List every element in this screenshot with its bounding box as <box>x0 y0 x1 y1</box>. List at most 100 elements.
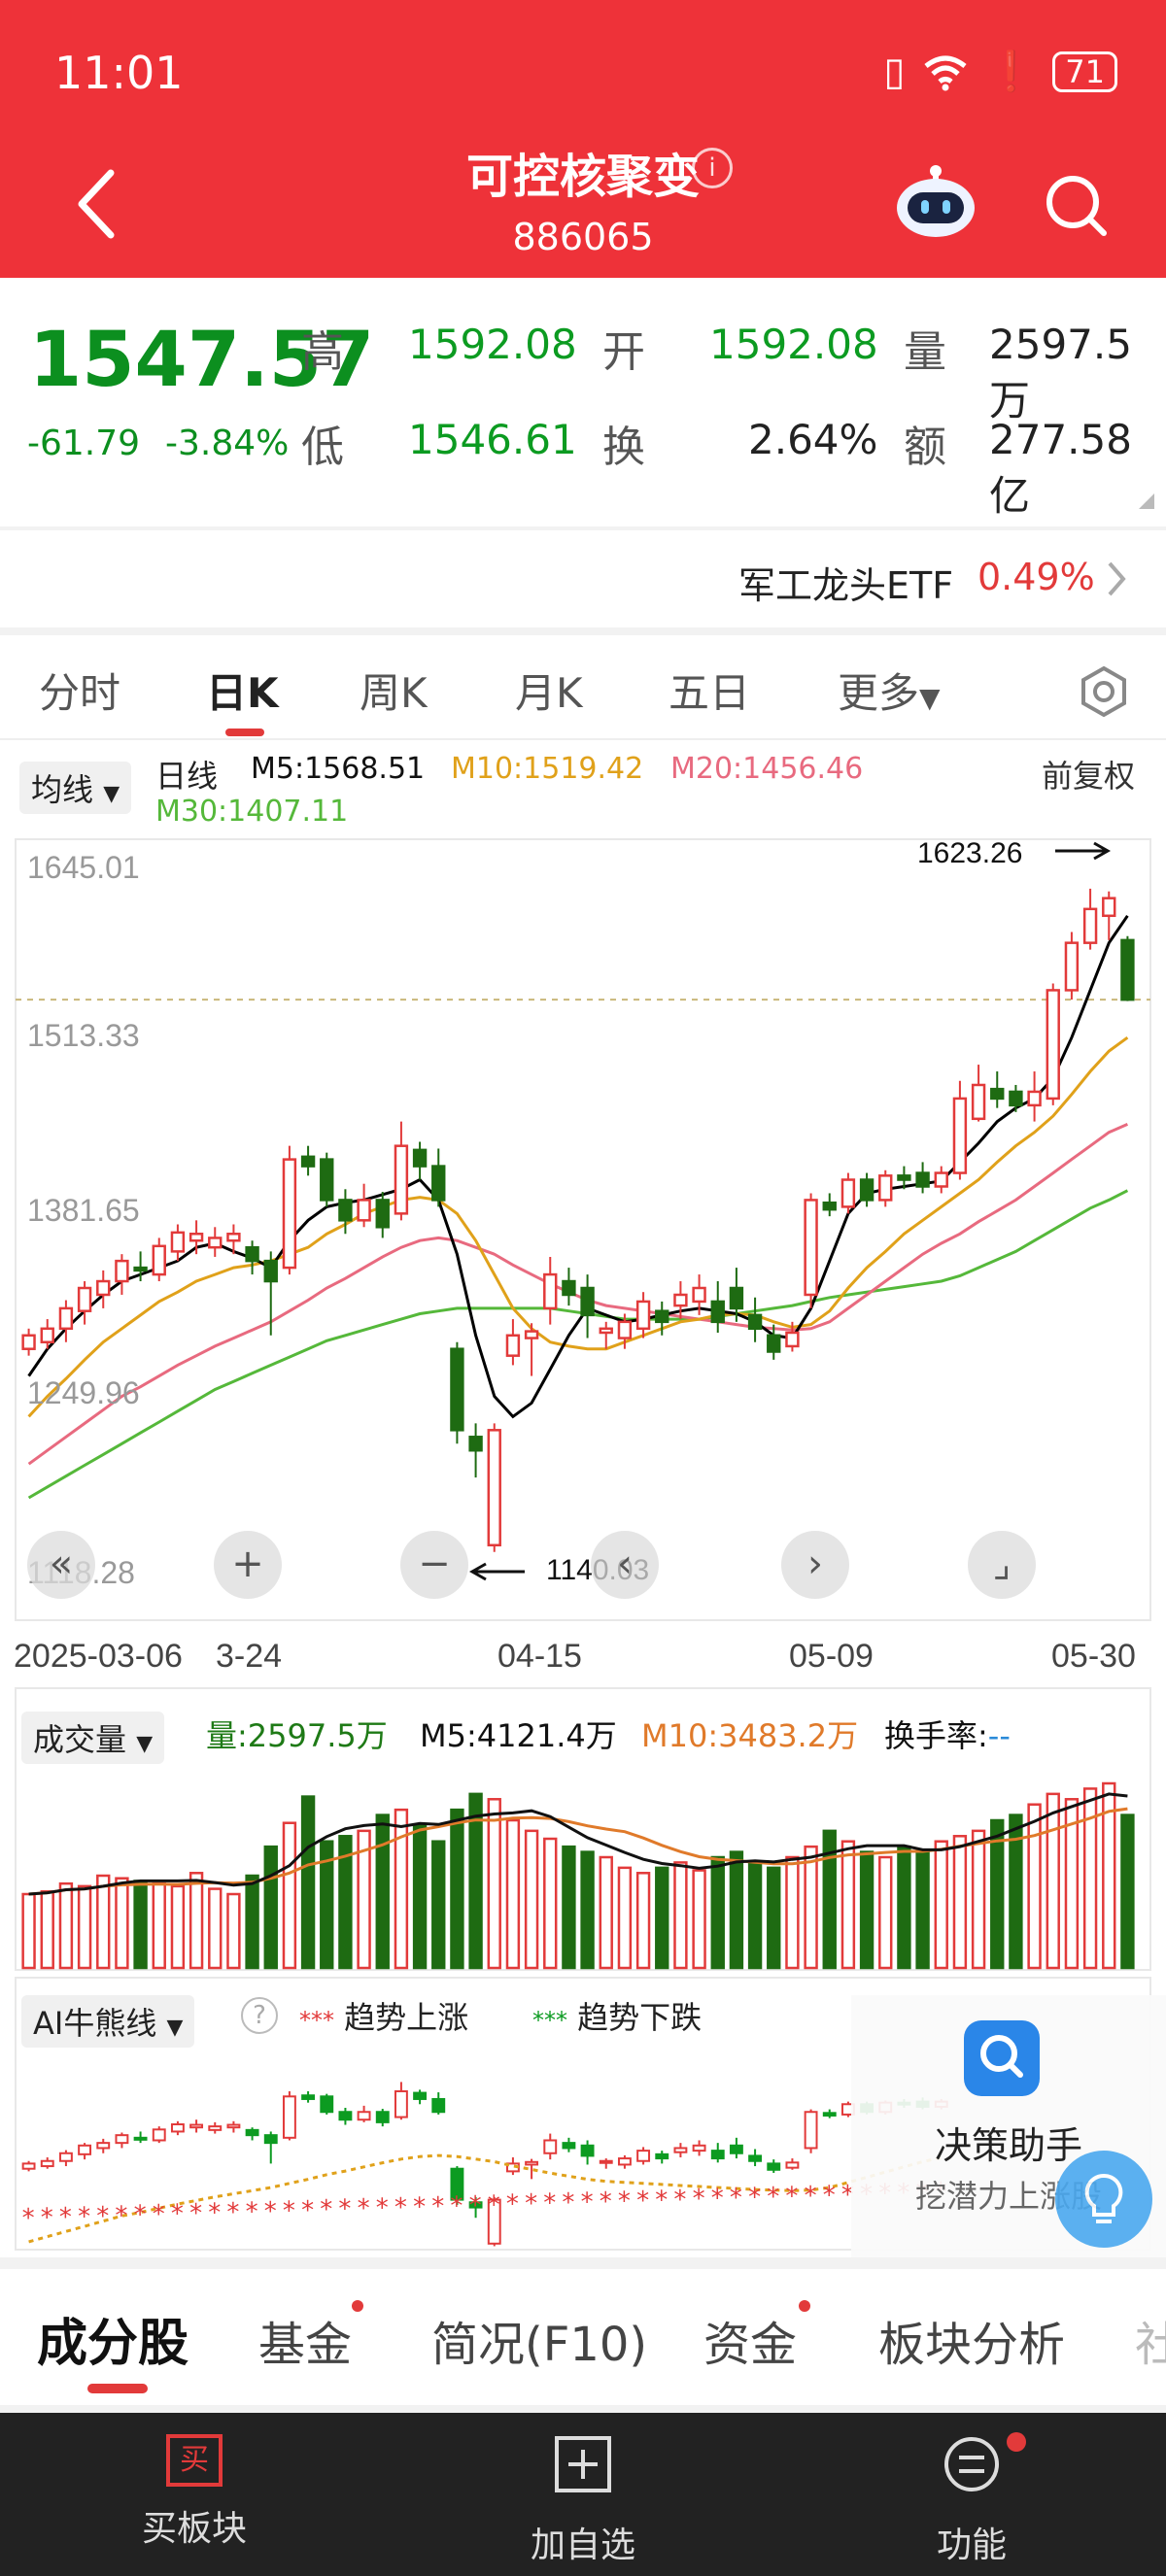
high-label: 高 <box>301 327 344 377</box>
fullscreen-icon[interactable]: ⌟ <box>968 1531 1036 1599</box>
ai-candle-body <box>636 2150 651 2162</box>
zoom-in-icon[interactable]: + <box>214 1531 282 1599</box>
help-icon[interactable]: ? <box>241 1997 278 2034</box>
volume-bar <box>859 1850 874 1970</box>
step-left-icon[interactable]: ‹ <box>591 1531 659 1599</box>
fast-back-icon[interactable]: « <box>27 1531 95 1599</box>
nav-label: 买板块 <box>141 2509 247 2549</box>
ai-trend-mark: * <box>693 2185 705 2214</box>
tab-daily-k[interactable]: 日K <box>206 661 279 720</box>
max-arrow-icon <box>1055 841 1112 861</box>
ai-candle-body <box>748 2154 763 2162</box>
robot-assistant-icon[interactable] <box>894 163 977 241</box>
volume-bar <box>952 1835 968 1970</box>
tab-profile-f10[interactable]: 简况(F10) <box>431 2306 647 2374</box>
date-tick: 05-09 <box>789 1638 874 1675</box>
ai-candle-body <box>822 2112 837 2117</box>
volume-bar <box>170 1884 186 1970</box>
nav-buy-sector[interactable]: 买 买板块 <box>97 2434 292 2551</box>
nav-functions[interactable]: 功能 <box>874 2434 1069 2567</box>
tab-weekly-k[interactable]: 周K <box>360 661 428 720</box>
volume-bar <box>971 1829 986 1970</box>
candle-body <box>1120 938 1135 1001</box>
zoom-out-icon[interactable]: − <box>400 1531 468 1599</box>
ai-trend-mark: * <box>394 2193 407 2222</box>
ai-trend-mark: * <box>338 2195 351 2224</box>
ai-candle-body <box>655 2152 669 2160</box>
search-icon[interactable] <box>1042 171 1110 239</box>
step-right-icon[interactable]: › <box>781 1531 849 1599</box>
candle-body <box>431 1165 446 1202</box>
ai-indicator-selector[interactable]: AI牛熊线 ▼ <box>21 1995 195 2048</box>
ai-candle-body <box>263 2134 278 2145</box>
adjust-mode[interactable]: 前复权 <box>1042 752 1135 797</box>
candle-body <box>692 1286 706 1304</box>
candle-body <box>394 1144 409 1215</box>
volume-bar <box>524 1829 539 1970</box>
volume-bar <box>245 1874 259 1970</box>
volume-value: 2597.5万 <box>989 321 1132 424</box>
turnover-rate-label: 换手率:-- <box>884 1717 1011 1754</box>
volume-label: 量 <box>904 327 946 377</box>
etf-pct: 0.49% <box>977 556 1095 598</box>
settings-icon[interactable] <box>1077 664 1131 719</box>
tab-five-day[interactable]: 五日 <box>669 661 750 720</box>
volume-bar <box>152 1881 166 1970</box>
candle-body <box>300 1155 316 1168</box>
tab-capital[interactable]: 资金 <box>703 2306 797 2374</box>
price-tick: 1513.33 <box>27 1018 140 1053</box>
info-icon[interactable]: i <box>692 148 733 188</box>
related-etf-row[interactable]: 军工龙头ETF 0.49% <box>0 530 1166 627</box>
lightbulb-icon[interactable] <box>1055 2151 1152 2248</box>
volume-bar <box>878 1855 893 1970</box>
ai-trend-mark: * <box>600 2187 612 2217</box>
tab-monthly-k[interactable]: 月K <box>515 661 583 720</box>
ai-candle-body <box>320 2095 334 2114</box>
ai-trend-mark: * <box>506 2190 519 2220</box>
ai-trend-mark: * <box>171 2200 184 2229</box>
volume-bar <box>710 1855 725 1970</box>
tab-more[interactable]: 更多▼ <box>838 661 941 720</box>
volume-selector[interactable]: 成交量 ▼ <box>21 1712 165 1764</box>
ai-candle-body <box>431 2097 446 2114</box>
tab-intraday[interactable]: 分时 <box>39 661 120 720</box>
menu-circle-icon <box>944 2437 999 2491</box>
min-arrow-icon <box>468 1562 525 1581</box>
volume-bar <box>189 1872 204 1970</box>
ai-candle-body <box>580 2144 595 2157</box>
volume-bar <box>562 1845 576 1970</box>
candle-body <box>487 1429 501 1547</box>
volume-bar <box>226 1892 241 1970</box>
dropdown-triangle-icon: ▼ <box>103 782 120 806</box>
turnover-label: 换 <box>602 423 645 472</box>
candle-body <box>1082 907 1098 944</box>
indicator-selector[interactable]: 均线 ▼ <box>19 762 132 814</box>
candle-body <box>617 1320 633 1339</box>
candle-body <box>450 1347 464 1432</box>
wifi-icon <box>924 55 968 90</box>
volume-bar <box>1027 1803 1042 1970</box>
ai-candle-body <box>767 2162 781 2171</box>
nav-add-watchlist[interactable]: 加自选 <box>486 2434 680 2567</box>
price-tick: 1249.96 <box>27 1375 140 1410</box>
volume-bar <box>58 1881 74 1970</box>
candle-body <box>263 1259 278 1283</box>
tab-funds[interactable]: 基金 <box>258 2306 352 2374</box>
tab-sector-analysis[interactable]: 板块分析 <box>878 2306 1065 2374</box>
ai-trend-mark: * <box>283 2196 295 2225</box>
ai-candle-body <box>96 2142 111 2150</box>
ai-candle-body <box>785 2161 800 2169</box>
high-value: 1592.08 <box>408 321 577 368</box>
tab-more-cut[interactable]: 社 <box>1135 2306 1166 2374</box>
candle-body <box>971 1083 986 1121</box>
notification-dot <box>1007 2432 1026 2452</box>
volume-bar <box>487 1798 501 1970</box>
tab-constituents[interactable]: 成分股 <box>37 2302 189 2375</box>
quote-panel: 1547.57 -61.79 -3.84% 高 1592.08 低 1546.6… <box>0 278 1166 526</box>
volume-bar <box>300 1795 316 1970</box>
candle-body <box>524 1330 539 1339</box>
expand-corner-icon[interactable] <box>1139 493 1154 509</box>
volume-bar <box>785 1855 800 1970</box>
ai-candle-body <box>245 2128 259 2137</box>
add-square-icon <box>555 2436 611 2492</box>
